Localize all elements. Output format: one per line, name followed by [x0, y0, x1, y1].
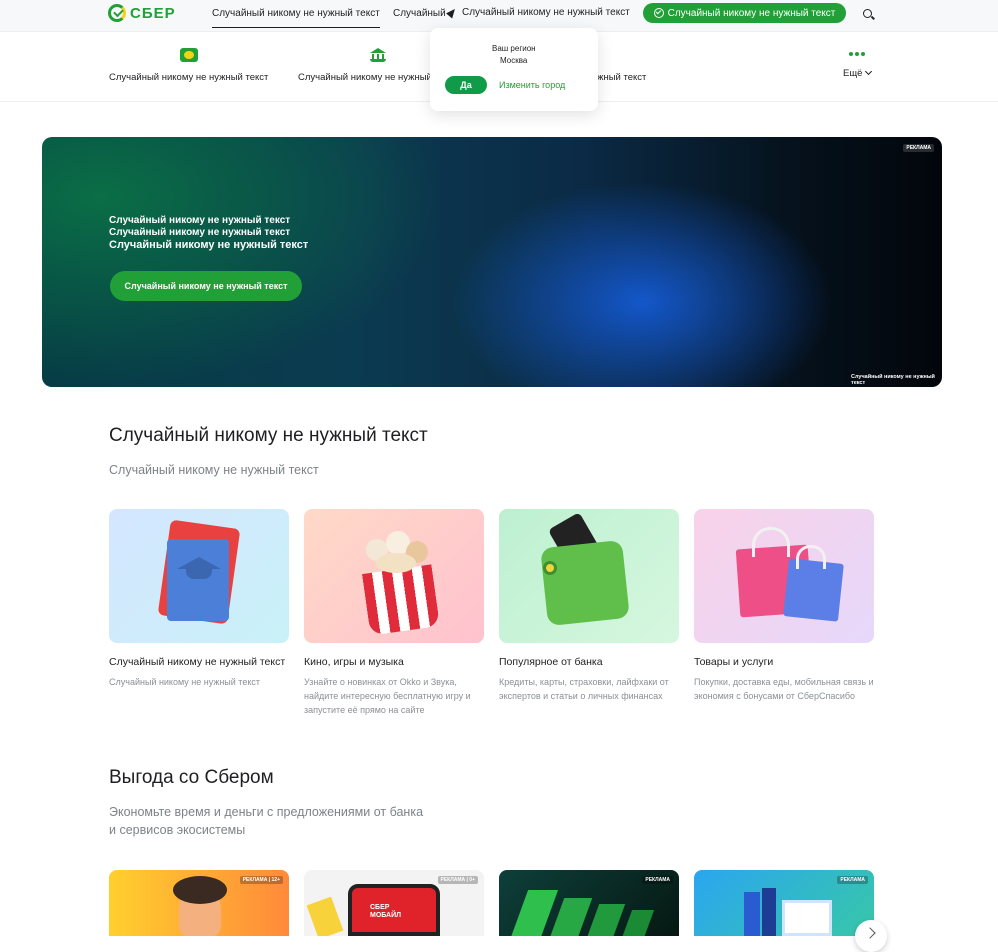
wallet-icon [499, 509, 679, 643]
header-cta-label: Случайный никому не нужный текст [667, 7, 836, 19]
carousel-next-button[interactable] [855, 920, 887, 952]
promo-brand-text: СБЕР МОБАЙЛ [370, 904, 402, 919]
more-dots-icon [843, 52, 871, 56]
ad-label: РЕКЛАМА | 12+ [239, 876, 283, 884]
region-popup-label: Ваш регион [492, 44, 536, 53]
banner-line-1: Случайный никому не нужный текст [109, 215, 291, 226]
card-description: Узнайте о новинках от Okko и Звука, найд… [304, 677, 471, 715]
card-description: Покупки, доставка еды, мобильная связь и… [694, 677, 874, 701]
popcorn-icon [304, 509, 484, 643]
nav-link-2[interactable]: Случайный [393, 8, 446, 19]
card-title: Товары и услуги [694, 656, 774, 668]
ad-label: РЕКЛАМА [837, 876, 868, 884]
check-circle-icon [653, 8, 664, 18]
card-title: Кино, игры и музыка [304, 656, 404, 668]
banner-line-2: Случайный никому не нужный текст [109, 227, 291, 238]
section-subtitle: Экономьте время и деньги с предложениями… [109, 805, 424, 837]
section-subtitle: Случайный никому не нужный текст [109, 463, 319, 477]
more-menu-button[interactable]: Ещё [843, 52, 873, 79]
feature-card-3[interactable]: Популярное от банка Кредиты, карты, стра… [499, 509, 679, 703]
search-icon[interactable] [863, 9, 872, 18]
ad-label: РЕКЛАМА | 0+ [437, 876, 478, 884]
feature-card-1[interactable]: Случайный никому не нужный текст Случайн… [109, 509, 289, 689]
promo-card-1[interactable]: РЕКЛАМА | 12+ [109, 870, 289, 936]
feature-card-4[interactable]: Товары и услуги Покупки, доставка еды, м… [694, 509, 874, 703]
banner-footnote: Случайный никому не нужный текст [851, 374, 935, 386]
shopping-bags-icon [694, 509, 874, 643]
header-cta-button[interactable]: Случайный никому не нужный текст [643, 3, 846, 23]
promo-card-2[interactable]: РЕКЛАМА | 0+ СБЕР МОБАЙЛ [304, 870, 484, 936]
banner-cta-button[interactable]: Случайный никому не нужный текст [110, 271, 302, 301]
category-item-1[interactable]: Случайный никому не нужный текст [109, 48, 268, 83]
card-title: Популярное от банка [499, 656, 603, 668]
logo-text: СБЕР [130, 4, 176, 22]
card-icon [179, 48, 198, 62]
hero-banner[interactable]: РЕКЛАМА Случайный никому не нужный текст… [42, 137, 942, 387]
section-title: Выгода со Сбером [109, 767, 274, 788]
section-title: Случайный никому не нужный текст [109, 425, 428, 446]
region-popup: Ваш регион Москва Да Изменить город [430, 28, 598, 111]
sber-logo[interactable]: СБЕР [108, 4, 176, 22]
card-title: Случайный никому не нужный текст [109, 656, 286, 668]
promo-card-3[interactable]: РЕКЛАМА [499, 870, 679, 936]
location-arrow-icon [446, 6, 458, 19]
region-link[interactable]: Случайный никому не нужный текст [446, 6, 630, 19]
card-description: Кредиты, карты, страховки, лайфхаки от э… [499, 677, 669, 701]
change-city-link[interactable]: Изменить город [499, 80, 565, 90]
ad-label: РЕКЛАМА [903, 144, 934, 152]
region-popup-city: Москва [500, 56, 528, 65]
sber-logo-icon [108, 4, 126, 22]
nav-link-active[interactable]: Случайный никому не нужный текст [212, 8, 380, 28]
ad-label: РЕКЛАМА [642, 876, 673, 884]
chevron-down-icon [865, 67, 873, 76]
bank-icon [369, 48, 386, 62]
more-label: Ещё [843, 68, 863, 79]
promo-card-4[interactable]: РЕКЛАМА [694, 870, 874, 936]
category-label: Случайный никому не нужный текст [109, 72, 269, 83]
feature-card-2[interactable]: Кино, игры и музыка Узнайте о новинках о… [304, 509, 484, 717]
card-description: Случайный никому не нужный текст [109, 677, 260, 687]
graduation-book-icon [109, 509, 289, 643]
banner-line-3: Случайный никому не нужный текст [109, 239, 309, 251]
region-link-label: Случайный никому не нужный текст [462, 7, 630, 18]
region-confirm-button[interactable]: Да [445, 76, 487, 94]
